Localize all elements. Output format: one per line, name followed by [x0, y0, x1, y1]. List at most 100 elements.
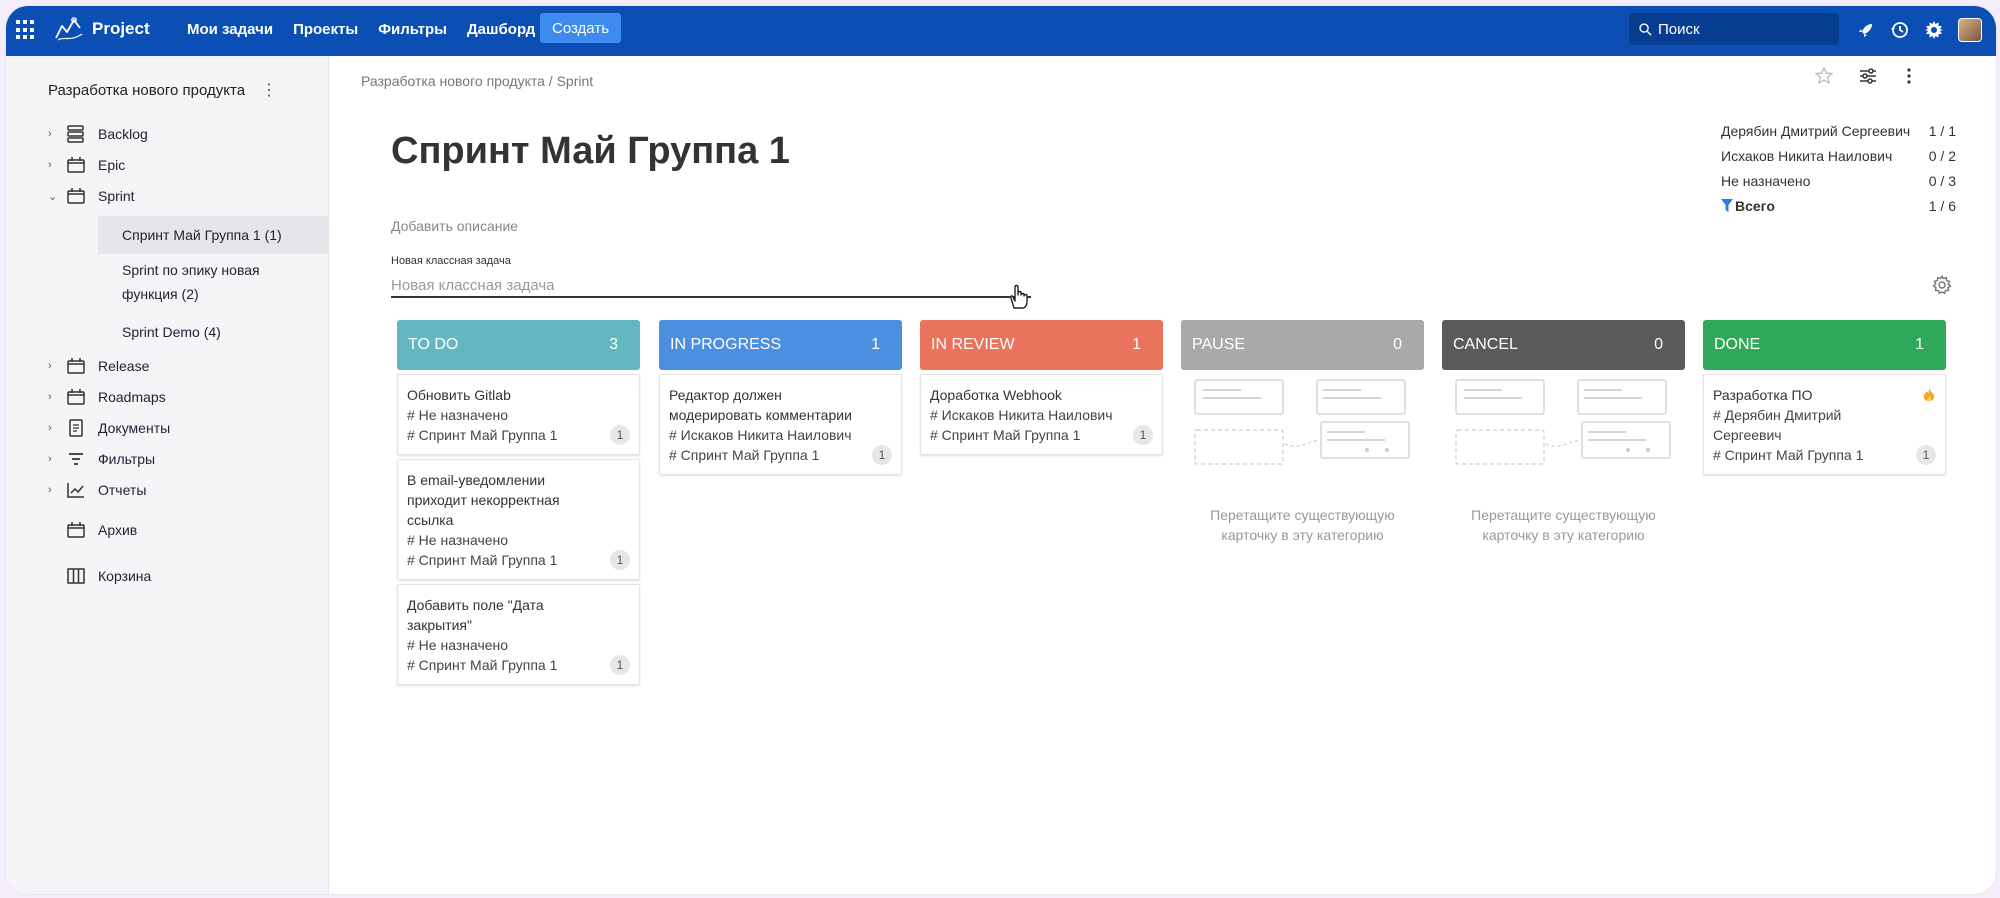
- total-label: Всего: [1735, 197, 1775, 214]
- chevron-right-icon[interactable]: ›: [48, 422, 62, 434]
- sidebar-item-release[interactable]: › Release: [48, 354, 149, 378]
- user-avatar[interactable]: [1958, 18, 1982, 42]
- sidebar-item-reports[interactable]: › Отчеты: [48, 478, 146, 502]
- stat-total-row[interactable]: Всего 1 / 6: [1721, 193, 1956, 218]
- column-count: 1: [1915, 336, 1924, 353]
- column-header-todo[interactable]: TO DO 3: [397, 320, 640, 370]
- stat-row[interactable]: Исхаков Никита Наилович 0 / 2: [1721, 143, 1956, 168]
- nav-links: Мои задачи Проекты Фильтры Дашборд: [187, 21, 535, 38]
- project-logo-icon: [55, 17, 83, 41]
- more-vertical-icon[interactable]: [1899, 66, 1919, 86]
- task-card[interactable]: Разработка ПО # Дерябин Дмитрий Сергееви…: [1703, 374, 1946, 475]
- stat-row[interactable]: Не назначено 0 / 3: [1721, 168, 1956, 193]
- column-in-progress: IN PROGRESS 1 Редактор должен модерирова…: [659, 320, 902, 475]
- card-badge: 1: [610, 655, 630, 675]
- chevron-right-icon[interactable]: ›: [48, 453, 62, 465]
- task-card[interactable]: Доработка Webhook # Искаков Никита Наило…: [920, 374, 1163, 455]
- nav-filters[interactable]: Фильтры: [378, 21, 447, 38]
- chevron-right-icon[interactable]: ›: [48, 360, 62, 372]
- stat-value: 0 / 2: [1928, 147, 1956, 164]
- add-description-link[interactable]: Добавить описание: [391, 218, 518, 234]
- column-header-pause[interactable]: PAUSE 0: [1181, 320, 1424, 370]
- column-header-in-progress[interactable]: IN PROGRESS 1: [659, 320, 902, 370]
- more-vertical-icon[interactable]: ⋮: [261, 80, 277, 100]
- column-title: IN PROGRESS: [670, 336, 782, 353]
- column-count: 3: [609, 336, 618, 353]
- logo[interactable]: Project: [52, 12, 150, 46]
- sidebar-item-documents[interactable]: › Документы: [48, 416, 170, 440]
- sidebar-item-epic[interactable]: › Epic: [48, 153, 125, 177]
- breadcrumb[interactable]: Разработка нового продукта / Sprint: [361, 73, 593, 89]
- gear-icon[interactable]: [1924, 20, 1944, 40]
- column-count: 0: [1393, 336, 1402, 353]
- card-badge: 1: [610, 425, 630, 445]
- card-sprint: # Спринт Май Группа 1: [1713, 447, 1864, 463]
- column-title: TO DO: [408, 336, 459, 353]
- star-icon[interactable]: [1814, 66, 1834, 86]
- calendar-icon: [67, 157, 85, 173]
- column-todo: TO DO 3 Обновить Gitlab # Не назначено #…: [397, 320, 640, 685]
- chevron-down-icon[interactable]: ⌄: [48, 190, 62, 203]
- card-badge: 1: [872, 445, 892, 465]
- hint-line: Перетащите существующую: [1210, 507, 1395, 523]
- board-settings-icon[interactable]: [1931, 274, 1953, 296]
- task-card[interactable]: Добавить поле "Дата закрытия" # Не назна…: [397, 584, 640, 685]
- column-header-done[interactable]: DONE 1: [1703, 320, 1946, 370]
- sidebar-item-roadmaps[interactable]: › Roadmaps: [48, 385, 166, 409]
- project-name[interactable]: Разработка нового продукта: [48, 82, 245, 99]
- rocket-icon[interactable]: [1856, 20, 1876, 40]
- search-box[interactable]: Поиск: [1629, 13, 1839, 45]
- apps-grid-icon[interactable]: [16, 20, 36, 40]
- sidebar-item-archive[interactable]: Архив: [48, 518, 137, 542]
- task-card[interactable]: Обновить Gitlab # Не назначено # Спринт …: [397, 374, 640, 455]
- card-assignee: # Искаков Никита Наилович: [930, 407, 1113, 423]
- calendar-icon: [67, 522, 85, 538]
- chevron-right-icon[interactable]: ›: [48, 391, 62, 403]
- card-title-line: В email-уведомлении: [407, 472, 546, 488]
- empty-cards-illustration: [1455, 379, 1671, 465]
- create-button[interactable]: Создать: [540, 13, 622, 43]
- column-header-cancel[interactable]: CANCEL 0: [1442, 320, 1685, 370]
- sidebar-label: Epic: [98, 157, 126, 173]
- card-title-line: приходит некорректная: [407, 492, 560, 508]
- stat-row[interactable]: Дерябин Дмитрий Сергеевич 1 / 1: [1721, 118, 1956, 143]
- card-title-line: ссылка: [407, 512, 454, 528]
- new-task-input[interactable]: [391, 274, 1031, 298]
- hint-line: Перетащите существующую: [1471, 507, 1656, 523]
- stat-total-label: Всего: [1721, 198, 1775, 214]
- filter-icon: [69, 453, 83, 465]
- sidebar-sprint-may-group-1[interactable]: Спринт Май Группа 1 (1): [122, 223, 282, 247]
- column-in-review: IN REVIEW 1 Доработка Webhook # Искаков …: [920, 320, 1163, 455]
- task-card[interactable]: Редактор должен модерировать комментарии…: [659, 374, 902, 475]
- card-title: Разработка ПО: [1713, 387, 1813, 403]
- card-title-line: закрытия": [407, 617, 472, 633]
- nav-projects[interactable]: Проекты: [293, 21, 358, 38]
- sprint-label-line1: Sprint по эпику новая: [122, 262, 260, 278]
- columns-icon: [67, 568, 85, 584]
- sidebar-item-backlog[interactable]: › Backlog: [48, 122, 148, 146]
- history-icon[interactable]: [1890, 20, 1910, 40]
- task-card[interactable]: В email-уведомлении приходит некорректна…: [397, 459, 640, 580]
- sidebar-item-sprint[interactable]: ⌄ Sprint: [48, 184, 135, 208]
- sliders-icon[interactable]: [1858, 66, 1878, 86]
- nav-my-tasks[interactable]: Мои задачи: [187, 21, 273, 38]
- chevron-right-icon[interactable]: ›: [48, 159, 62, 171]
- sidebar-sprint-demo[interactable]: Sprint Demo (4): [122, 320, 221, 344]
- search-placeholder: Поиск: [1658, 20, 1700, 38]
- nav-dashboard[interactable]: Дашборд: [467, 21, 535, 38]
- chevron-right-icon[interactable]: ›: [48, 484, 62, 496]
- sidebar-label: Отчеты: [98, 482, 147, 498]
- column-pause: PAUSE 0 Перетащите существующую карточку…: [1181, 320, 1424, 545]
- sidebar-item-filters[interactable]: › Фильтры: [48, 447, 155, 471]
- column-header-in-review[interactable]: IN REVIEW 1: [920, 320, 1163, 370]
- card-badge: 1: [610, 550, 630, 570]
- empty-column-hint: Перетащите существующую карточку в эту к…: [1442, 505, 1685, 545]
- card-assignee: # Не назначено: [407, 532, 509, 548]
- column-title: PAUSE: [1192, 336, 1246, 353]
- stat-value: 0 / 3: [1928, 172, 1956, 189]
- chevron-right-icon[interactable]: ›: [48, 128, 62, 140]
- sidebar-item-trash[interactable]: Корзина: [48, 564, 151, 588]
- card-badge: 1: [1133, 425, 1153, 445]
- sidebar-sprint-epic-new-feature[interactable]: Sprint по эпику новая функция (2): [122, 258, 260, 306]
- hand-cursor-icon: [1010, 284, 1028, 309]
